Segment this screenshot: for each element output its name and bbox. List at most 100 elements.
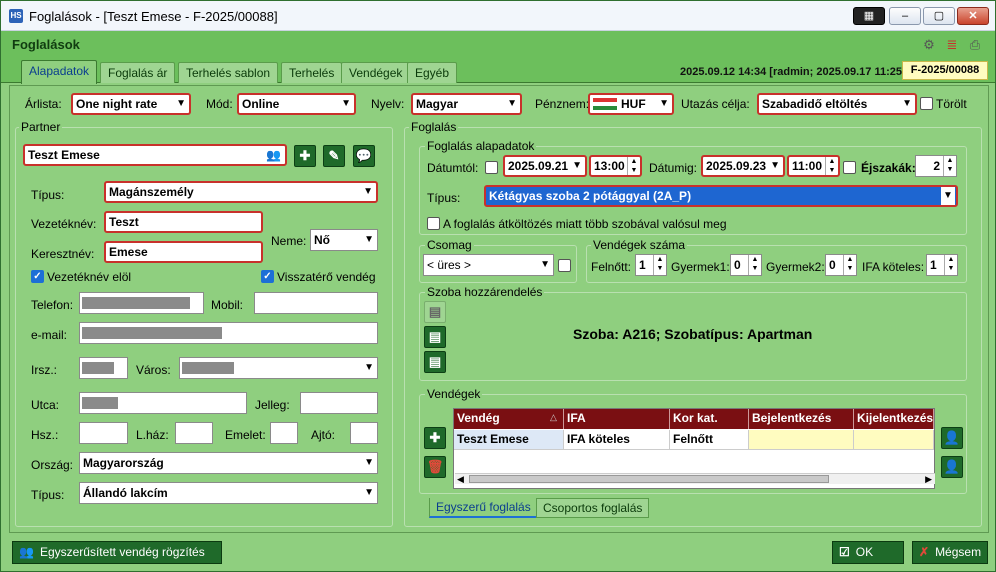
scroll-thumb[interactable] xyxy=(469,475,829,483)
torolt-checkbox[interactable] xyxy=(920,97,933,110)
partner-name-field[interactable]: Teszt Emese 👥 xyxy=(23,144,287,166)
vezeteknev-elol-checkbox[interactable]: ✓ xyxy=(31,270,44,283)
arlista-label: Árlista: xyxy=(25,97,62,111)
col-kijelentkezes[interactable]: Kijelentkezés xyxy=(854,409,934,429)
contacts-icon: 👥 xyxy=(266,148,281,162)
utca-field[interactable] xyxy=(79,392,247,414)
ejszakak-field[interactable]: 2 ▲ ▼ xyxy=(915,155,957,177)
assign-room-button[interactable]: ▤ xyxy=(424,326,446,348)
spin-arrows-icon[interactable]: ▲ ▼ xyxy=(653,255,666,275)
orszag-select[interactable]: Magyarország ▼ xyxy=(79,452,378,474)
maximize-button[interactable]: ▢ xyxy=(923,7,955,25)
tab-egyszeru-foglalas[interactable]: Egyszerű foglalás xyxy=(429,498,538,518)
visszatero-checkbox[interactable]: ✓ xyxy=(261,270,274,283)
atkoltozes-checkbox[interactable] xyxy=(427,217,440,230)
tab-terheles-sablon[interactable]: Terhelés sablon xyxy=(178,62,279,83)
gear-icon[interactable]: ⚙ xyxy=(921,37,937,53)
felnott-field[interactable]: 1 ▲ ▼ xyxy=(635,254,667,276)
tab-egyeb[interactable]: Egyéb xyxy=(407,62,458,83)
tab-csoportos-foglalas[interactable]: Csoportos foglalás xyxy=(536,498,650,518)
col-vendeg[interactable]: Vendég xyxy=(454,409,564,429)
tab-foglalas-ar[interactable]: Foglalás ár xyxy=(100,62,176,83)
chevron-down-icon: ▼ xyxy=(341,98,351,109)
minimize-button[interactable]: – xyxy=(889,7,921,25)
csomag-checkbox[interactable] xyxy=(558,259,571,272)
print-icon[interactable]: ⎙ xyxy=(967,37,983,53)
guest-select-button[interactable]: 👤 xyxy=(941,456,963,478)
quick-guest-button[interactable]: 👥 Egyszerűsített vendég rögzítés xyxy=(12,541,222,564)
delete-guest-button[interactable]: 🗑 xyxy=(424,456,446,478)
sort-up-icon: △ xyxy=(550,412,557,422)
table-cell[interactable] xyxy=(749,430,854,450)
add-guest-button[interactable]: ✚ xyxy=(424,427,446,449)
gyermek1-field[interactable]: 0 ▲ ▼ xyxy=(730,254,762,276)
penznem-select[interactable]: HUF ▼ xyxy=(588,93,674,115)
datumig-field[interactable]: 2025.09.23 ▼ xyxy=(701,155,785,177)
close-button[interactable]: ✕ xyxy=(957,7,989,25)
ifa-field[interactable]: 1 ▲ ▼ xyxy=(926,254,958,276)
col-bejelentkezes[interactable]: Bejelentkezés xyxy=(749,409,854,429)
spin-arrows-icon[interactable]: ▲ ▼ xyxy=(944,255,957,275)
emelet-field[interactable] xyxy=(270,422,298,444)
keyboard-icon[interactable]: ▦ xyxy=(853,7,885,25)
datumtol-field[interactable]: 2025.09.21 ▼ xyxy=(503,155,587,177)
mobil-field[interactable] xyxy=(254,292,378,314)
nyelv-select[interactable]: Magyar ▼ xyxy=(411,93,522,115)
tab-terheles[interactable]: Terhelés xyxy=(281,62,343,83)
cim-tipus-select[interactable]: Állandó lakcím ▼ xyxy=(79,482,378,504)
ok-button[interactable]: ☑ OK xyxy=(832,541,904,564)
telefon-field[interactable] xyxy=(79,292,204,314)
horizontal-scrollbar[interactable]: ◀ ▶ xyxy=(455,473,935,484)
col-ifa[interactable]: IFA xyxy=(564,409,670,429)
table-cell[interactable]: Felnőtt xyxy=(670,430,749,450)
edit-partner-button[interactable]: ✎ xyxy=(323,145,345,167)
vezeteknev-elol-label: Vezetéknév elöl xyxy=(47,270,132,284)
ajto-field[interactable] xyxy=(350,422,378,444)
spin-arrows-icon[interactable]: ▲ ▼ xyxy=(843,255,856,275)
datumig-label: Dátumig: xyxy=(649,161,698,175)
table-cell[interactable]: Teszt Emese xyxy=(454,430,564,450)
szoba-title: Szoba hozzárendelés xyxy=(425,285,545,299)
email-field[interactable] xyxy=(79,322,378,344)
varos-select[interactable]: ▼ xyxy=(179,357,378,379)
keresztnev-field[interactable]: Emese xyxy=(104,241,263,263)
jelleg-field[interactable] xyxy=(300,392,378,414)
col-kor-kat[interactable]: Kor kat. xyxy=(670,409,749,429)
ido-tol-field[interactable]: 13:00 ▲ ▼ xyxy=(589,155,642,177)
table-cell[interactable]: IFA köteles xyxy=(564,430,670,450)
scroll-right-icon[interactable]: ▶ xyxy=(925,474,932,485)
irsz-label: Irsz.: xyxy=(31,363,57,377)
utazas-select[interactable]: Szabadidő eltöltés ▼ xyxy=(757,93,917,115)
vendegek-title: Vendégek xyxy=(425,387,483,401)
list-icon[interactable]: ≣ xyxy=(944,37,960,53)
partner-tipus-select[interactable]: Magánszemély ▼ xyxy=(104,181,378,203)
document-number: F-2025/00088 xyxy=(902,61,988,80)
tab-alapadatok[interactable]: Alapadatok xyxy=(21,60,98,84)
lhaz-field[interactable] xyxy=(175,422,213,444)
spin-arrows-icon[interactable]: ▲ ▼ xyxy=(825,157,838,175)
hsz-field[interactable] xyxy=(79,422,128,444)
table-cell[interactable] xyxy=(854,430,934,450)
chevron-down-icon: ▼ xyxy=(941,187,955,205)
gyermek2-field[interactable]: 0 ▲ ▼ xyxy=(825,254,857,276)
spin-arrows-icon[interactable]: ▲ ▼ xyxy=(627,157,640,175)
mod-select[interactable]: Online ▼ xyxy=(237,93,356,115)
scroll-left-icon[interactable]: ◀ xyxy=(457,474,464,485)
ido-ig-field[interactable]: 11:00 ▲ ▼ xyxy=(787,155,840,177)
spin-arrows-icon[interactable]: ▲ ▼ xyxy=(748,255,761,275)
datumtol-checkbox[interactable] xyxy=(485,161,498,174)
add-partner-button[interactable]: ✚ xyxy=(294,145,316,167)
neme-select[interactable]: Nő ▼ xyxy=(310,229,378,251)
arlista-select[interactable]: One night rate ▼ xyxy=(71,93,191,115)
irsz-field[interactable] xyxy=(79,357,128,379)
tab-vendegek[interactable]: Vendégek xyxy=(341,62,411,83)
guest-card-button[interactable]: 👤 xyxy=(941,427,963,449)
szobatipus-select[interactable]: Kétágyas szoba 2 pótággyal (2A_P) ▼ xyxy=(484,185,958,207)
vezeteknev-field[interactable]: Teszt xyxy=(104,211,263,233)
csomag-select[interactable]: < üres > ▼ xyxy=(423,254,554,276)
cancel-button[interactable]: ✗ Mégsem xyxy=(912,541,988,564)
spin-arrows-icon[interactable]: ▲ ▼ xyxy=(943,156,956,176)
remove-room-button[interactable]: ▤ xyxy=(424,351,446,373)
datumig-checkbox[interactable] xyxy=(843,161,856,174)
info-partner-button[interactable]: 💬 xyxy=(353,145,375,167)
